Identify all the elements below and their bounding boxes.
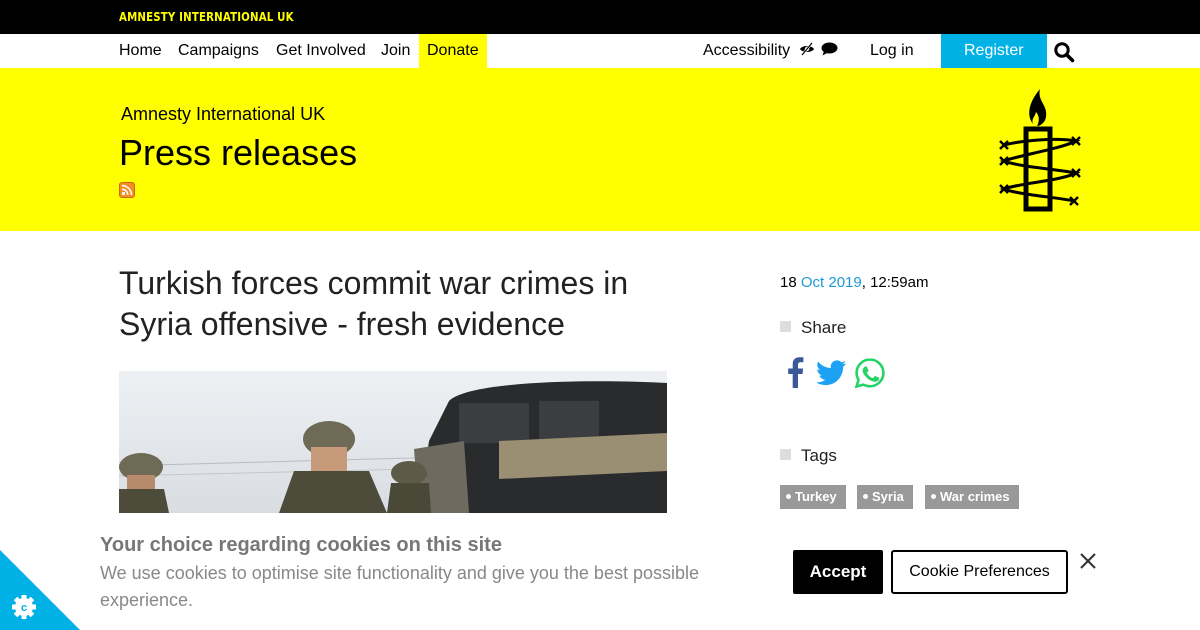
accept-cookies-button[interactable]: Accept xyxy=(793,550,883,594)
facebook-icon[interactable] xyxy=(785,356,805,393)
tag-label: Turkey xyxy=(795,489,837,504)
date-month-year-link[interactable]: Oct 2019 xyxy=(801,274,862,291)
search-icon[interactable] xyxy=(1053,41,1075,63)
tag-label: Syria xyxy=(872,489,904,504)
whatsapp-icon[interactable] xyxy=(854,358,885,393)
tags-heading-label: Tags xyxy=(801,446,837,465)
share-heading-label: Share xyxy=(801,318,847,337)
accessibility-label: Accessibility xyxy=(703,42,791,59)
bullet-square xyxy=(780,321,791,332)
nav-item-get-involved[interactable]: Get Involved xyxy=(276,34,366,68)
rss-icon[interactable] xyxy=(119,182,135,198)
eye-slash-icon xyxy=(799,42,814,56)
close-icon[interactable] xyxy=(1079,552,1097,570)
page-title: Press releases xyxy=(119,132,358,173)
article-date: 18 Oct 2019, 12:59am xyxy=(780,274,928,291)
cookie-banner-description: We use cookies to optimise site function… xyxy=(100,563,700,610)
cookie-banner: Your choice regarding cookies on this si… xyxy=(0,513,1200,630)
main-nav: Home Campaigns Get Involved Join Donate … xyxy=(0,34,1200,68)
nav-item-campaigns[interactable]: Campaigns xyxy=(178,34,259,68)
amnesty-candle-logo[interactable] xyxy=(990,85,1090,215)
tag-syria[interactable]: Syria xyxy=(857,485,913,509)
accessibility-menu[interactable]: Accessibility xyxy=(703,34,838,68)
tag-label: War crimes xyxy=(940,489,1010,504)
tag-turkey[interactable]: Turkey xyxy=(780,485,846,509)
date-day: 18 xyxy=(780,274,797,291)
share-heading: Share xyxy=(780,318,846,338)
rss-glyph xyxy=(121,184,133,196)
tag-dot xyxy=(786,494,791,499)
register-button[interactable]: Register xyxy=(941,34,1047,68)
brand-text[interactable]: AMNESTY INTERNATIONAL UK xyxy=(119,10,294,24)
svg-text:c: c xyxy=(21,602,27,614)
tag-war-crimes[interactable]: War crimes xyxy=(925,485,1019,509)
date-time: , 12:59am xyxy=(861,274,929,291)
article-title: Turkish forces commit war crimes in Syri… xyxy=(119,265,629,342)
twitter-icon[interactable] xyxy=(816,360,847,391)
bullet-square xyxy=(780,449,791,460)
nav-item-donate[interactable]: Donate xyxy=(419,34,487,68)
hero-photo xyxy=(119,371,667,513)
login-link[interactable]: Log in xyxy=(870,34,914,68)
tags-heading: Tags xyxy=(780,446,837,466)
tag-dot xyxy=(931,494,936,499)
cookie-banner-heading: Your choice regarding cookies on this si… xyxy=(100,534,502,556)
cookie-settings-badge[interactable]: c xyxy=(0,550,80,630)
cookie-preferences-button[interactable]: Cookie Preferences xyxy=(891,550,1068,594)
tag-dot xyxy=(863,494,868,499)
article-hero-image[interactable] xyxy=(119,371,667,513)
nav-item-home[interactable]: Home xyxy=(119,34,162,68)
cookie-gear-icon: c xyxy=(12,595,36,619)
org-name[interactable]: Amnesty International UK xyxy=(121,104,325,125)
top-brand-bar: AMNESTY INTERNATIONAL UK xyxy=(0,0,1200,34)
nav-item-join[interactable]: Join xyxy=(381,34,410,68)
comment-icon xyxy=(821,42,838,56)
